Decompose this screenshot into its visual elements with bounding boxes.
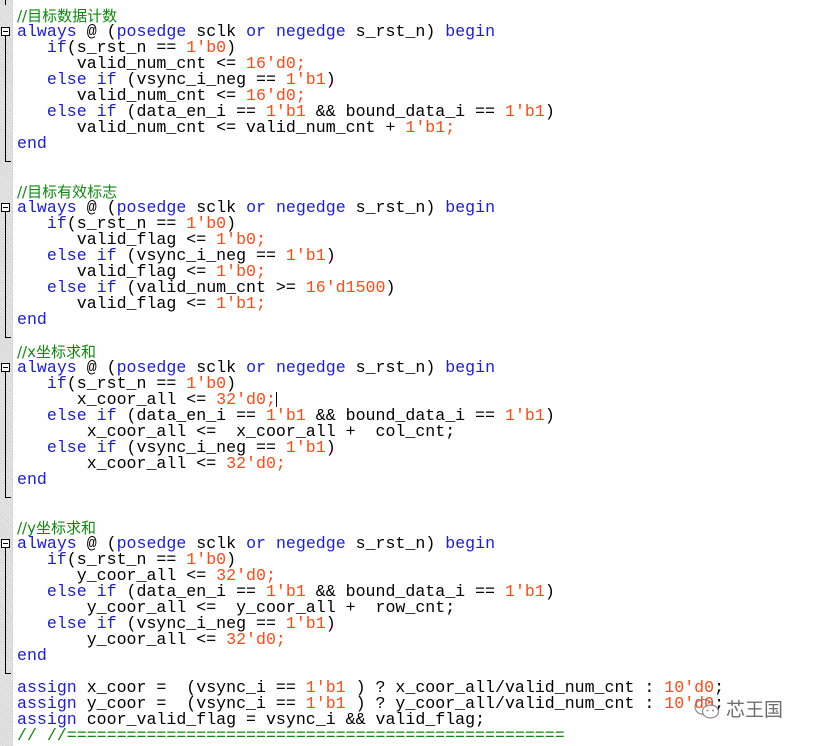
number-token: 1'b1 [285, 246, 326, 265]
code-line[interactable]: x_coor_all <= 32'd0; [0, 454, 816, 473]
code-line-text: // //===================================… [17, 726, 565, 745]
code-token: s_rst_n) [345, 198, 446, 217]
code-line[interactable] [0, 169, 816, 185]
keyword-token: end [17, 646, 47, 665]
code-token: ) [544, 406, 555, 425]
code-line-text: end [17, 646, 47, 665]
code-token: s_rst_n) [345, 534, 446, 553]
code-line-text: valid_flag <= 1'b1; [17, 294, 266, 313]
code-line[interactable]: end [0, 134, 816, 153]
fold-guide [5, 372, 6, 497]
code-token: y_coor_all <= [17, 630, 227, 649]
keyword-token: or [246, 22, 266, 41]
keyword-token: or [246, 534, 266, 553]
code-line-text: y_coor_all <= 32'd0; [17, 630, 286, 649]
number-token: 16'd1500 [305, 278, 386, 297]
code-line[interactable]: end [0, 470, 816, 489]
code-line[interactable]: y_coor_all <= 32'd0; [0, 630, 816, 649]
number-token: 1'b1 [285, 438, 326, 457]
code-token: ) [325, 438, 336, 457]
keyword-token: negedge [275, 198, 346, 217]
code-token: ) [325, 246, 336, 265]
code-line-text: valid_num_cnt <= valid_num_cnt + 1'b1; [17, 118, 455, 137]
keyword-token: negedge [275, 22, 346, 41]
code-line[interactable]: valid_num_cnt <= valid_num_cnt + 1'b1; [0, 118, 816, 137]
code-line[interactable]: // //===================================… [0, 726, 816, 745]
fold-end-marker [5, 497, 11, 498]
number-token: 1'b1 [285, 614, 326, 633]
code-token: ) [544, 102, 555, 121]
fold-end-marker [5, 337, 11, 338]
code-token: ) [325, 614, 336, 633]
keyword-token: negedge [275, 534, 346, 553]
number-token: 32'd0; [226, 454, 286, 473]
fold-collapse-icon[interactable] [1, 539, 10, 548]
number-token: 1'b1 [504, 102, 545, 121]
code-token: ) [544, 582, 555, 601]
wechat-icon [694, 698, 720, 720]
keyword-token: begin [445, 358, 496, 377]
keyword-token: end [17, 470, 47, 489]
code-line[interactable]: end [0, 646, 816, 665]
code-line-text: end [17, 470, 47, 489]
keyword-token: end [17, 310, 47, 329]
code-editor[interactable]: //目标数据计数 always @ (posedge sclk or negedg… [0, 0, 816, 745]
code-line-text: end [17, 134, 47, 153]
code-token: ) [325, 70, 336, 89]
fold-collapse-icon[interactable] [1, 27, 10, 36]
code-token: ) [385, 278, 396, 297]
fold-collapse-icon[interactable] [1, 363, 10, 372]
keyword-token: end [17, 134, 47, 153]
code-token: valid_num_cnt <= valid_num_cnt + [17, 118, 406, 137]
number-token: 1'b1; [216, 294, 266, 313]
keyword-token: begin [445, 22, 496, 41]
keyword-token: negedge [275, 358, 346, 377]
fold-guide [5, 36, 6, 161]
code-token: x_coor_all <= [17, 454, 227, 473]
code-line-text: end [17, 310, 47, 329]
code-token: s_rst_n) [345, 358, 446, 377]
number-token: 32'd0; [226, 630, 286, 649]
number-token: 1'b1 [504, 406, 545, 425]
code-line[interactable] [0, 505, 816, 521]
fold-guide [5, 548, 6, 673]
code-line[interactable] [0, 329, 816, 345]
code-line[interactable]: valid_flag <= 1'b1; [0, 294, 816, 313]
fold-end-marker [5, 673, 11, 674]
keyword-token: begin [445, 534, 496, 553]
fold-collapse-icon[interactable] [1, 203, 10, 212]
code-token: s_rst_n) [345, 22, 446, 41]
comment-token: // //===================================… [17, 726, 565, 745]
code-line[interactable] [0, 153, 816, 169]
keyword-token: or [246, 358, 266, 377]
watermark: 芯王国 [694, 695, 783, 722]
keyword-token: or [246, 198, 266, 217]
fold-guide [5, 0, 6, 5]
text-cursor [275, 392, 277, 408]
code-line-text: x_coor_all <= 32'd0; [17, 454, 286, 473]
code-line[interactable]: end [0, 310, 816, 329]
code-line[interactable] [0, 489, 816, 505]
number-token: 1'b1 [504, 582, 545, 601]
number-token: 1'b1; [405, 118, 456, 137]
keyword-token: begin [445, 198, 496, 217]
fold-end-marker [5, 161, 11, 162]
fold-guide [5, 212, 6, 337]
watermark-text: 芯王国 [726, 699, 784, 721]
